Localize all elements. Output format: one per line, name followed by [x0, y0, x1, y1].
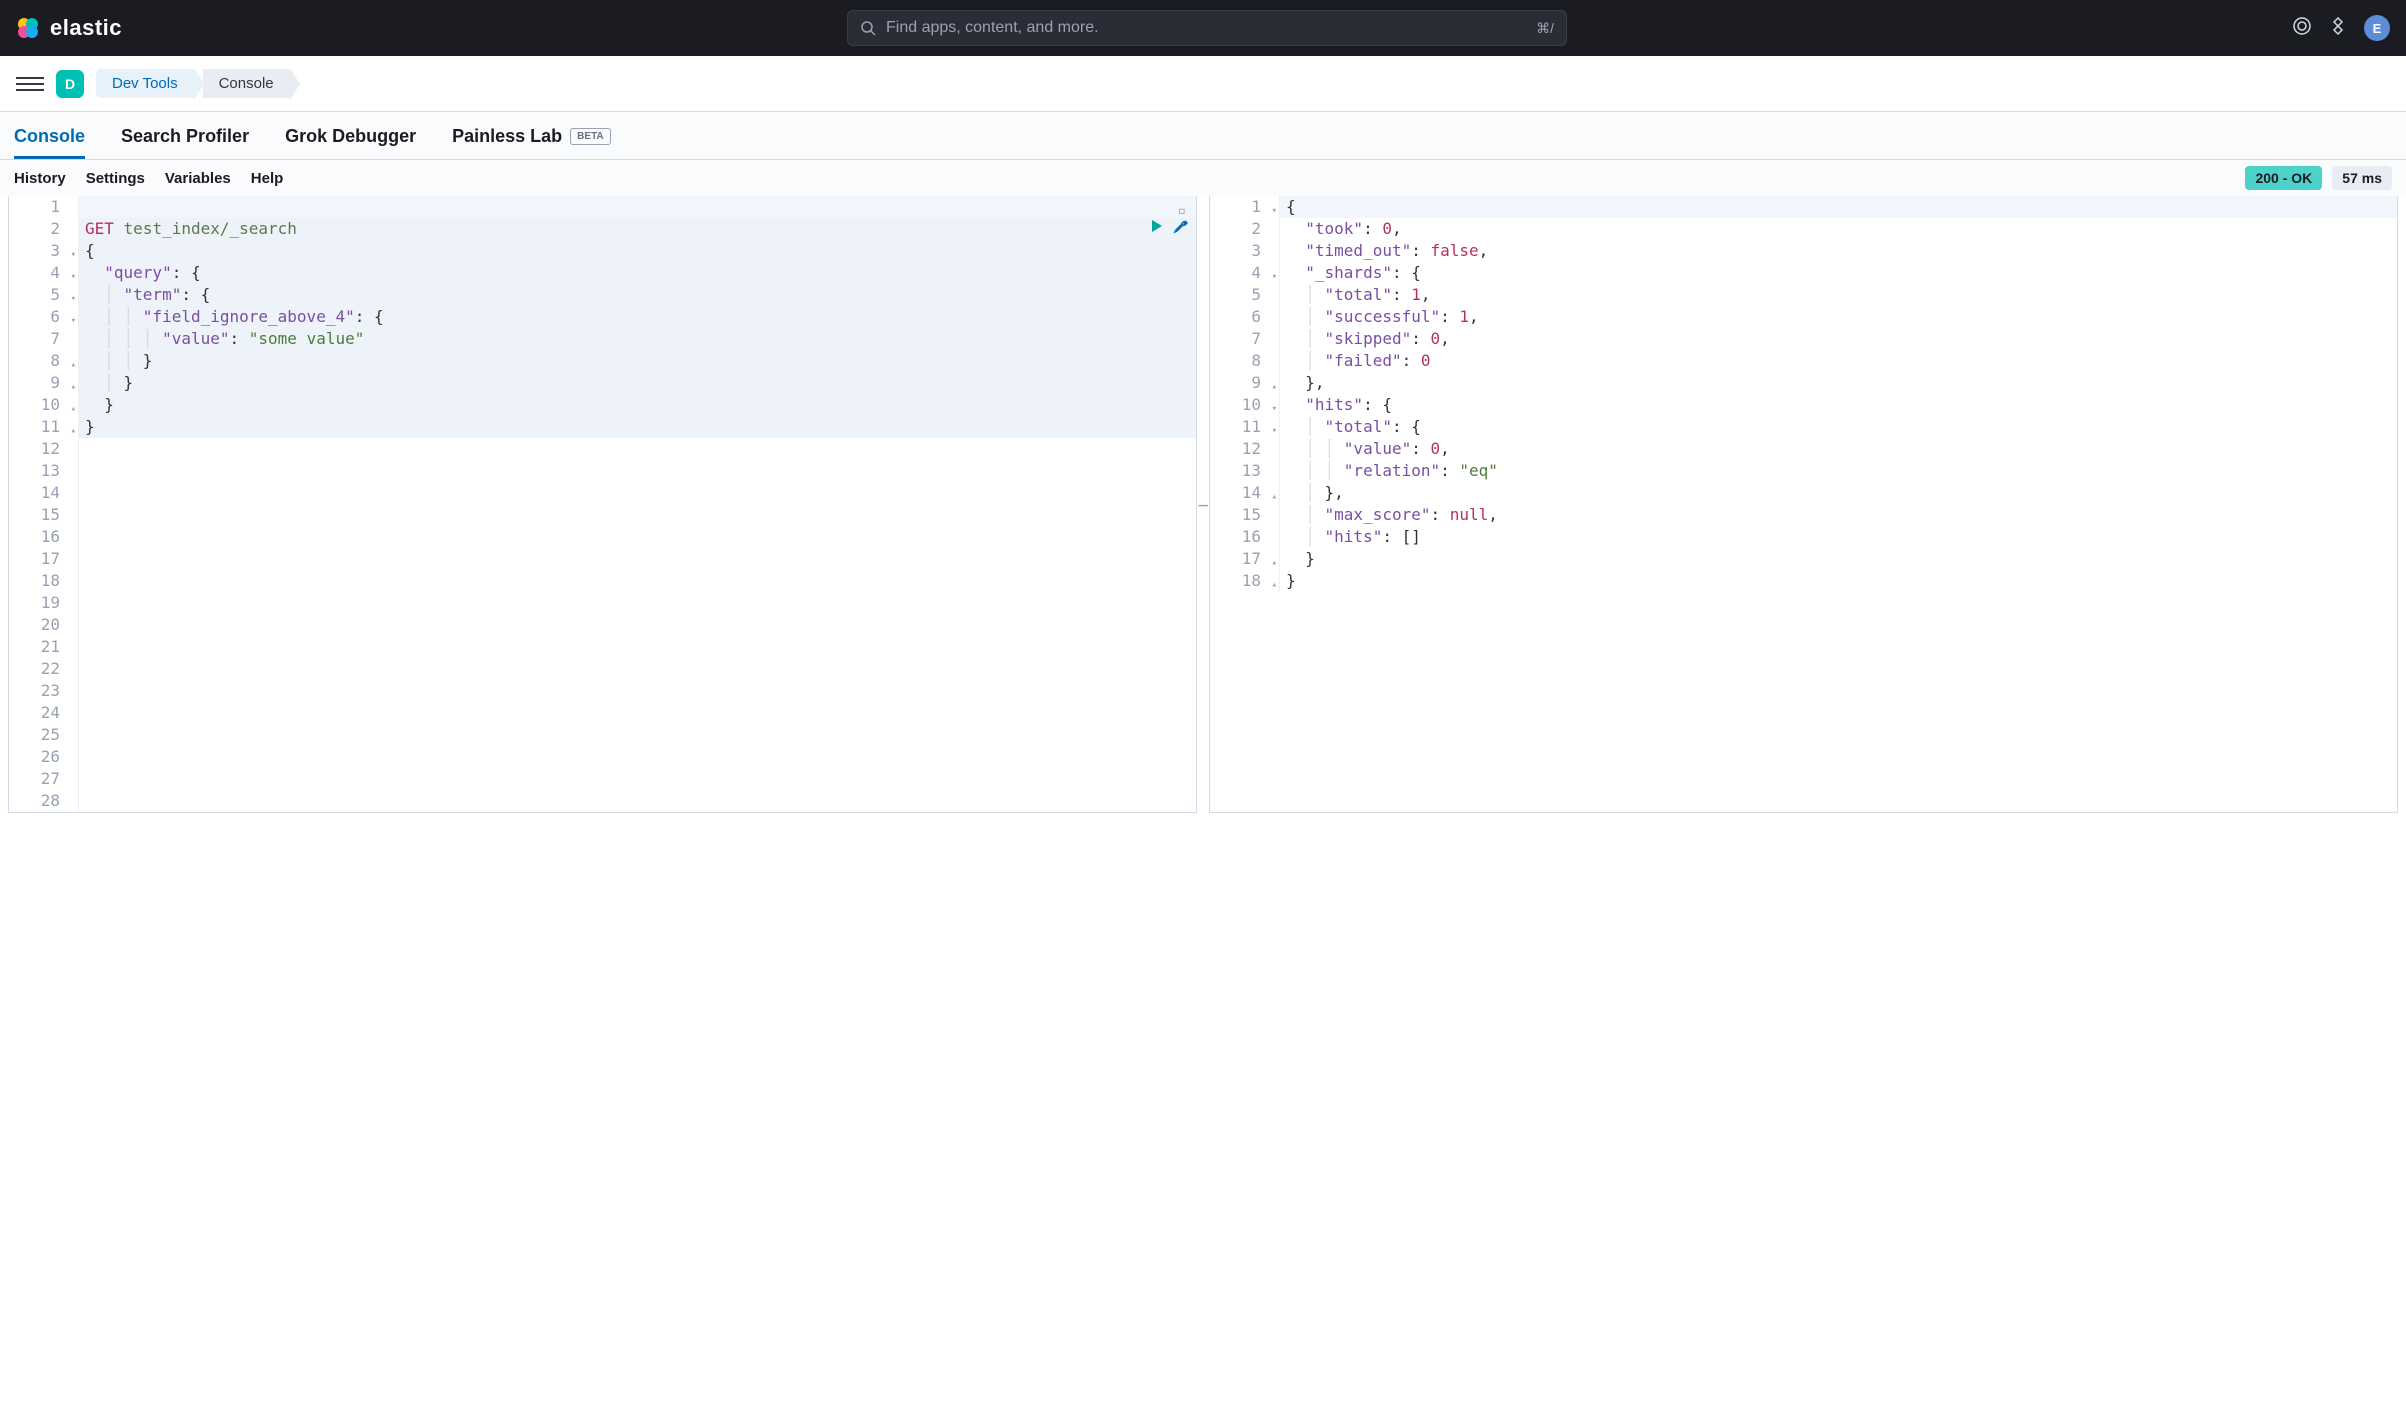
- latency-badge: 57 ms: [2332, 166, 2392, 190]
- elastic-logo-icon: [16, 16, 40, 40]
- deployment-badge[interactable]: D: [56, 70, 84, 98]
- tab-painless-label: Painless Lab: [452, 126, 562, 147]
- help-button[interactable]: Help: [251, 170, 284, 187]
- request-options-icon[interactable]: [1172, 218, 1188, 240]
- tabs: Console Search Profiler Grok Debugger Pa…: [0, 112, 2406, 160]
- fold-close-icon[interactable]: ▴: [1272, 574, 1277, 596]
- status-badge: 200 - OK: [2245, 166, 2322, 190]
- console-toolbar: History Settings Variables Help 200 - OK…: [0, 160, 2406, 196]
- global-header: elastic ⌘/ E: [0, 0, 2406, 56]
- breadcrumb: Dev Tools Console: [96, 68, 300, 100]
- run-request-icon[interactable]: [1148, 218, 1164, 240]
- tab-painless-lab[interactable]: Painless Lab BETA: [452, 114, 611, 159]
- pane-splitter[interactable]: ||: [1197, 196, 1209, 813]
- variables-button[interactable]: Variables: [165, 170, 231, 187]
- response-pane: 1▾234▾56789▴10▾11▾121314▴151617▴18▴ { "t…: [1209, 196, 2398, 813]
- nav-toggle-icon[interactable]: [16, 70, 44, 98]
- chevron-right-icon: [194, 68, 204, 100]
- breadcrumb-console: Console: [203, 69, 290, 98]
- history-button[interactable]: History: [14, 170, 66, 187]
- request-pane: ▫ 123▾4▾5▾6▾78▴9▴10▴11▴12131415161718192…: [8, 196, 1197, 813]
- global-search[interactable]: ⌘/: [847, 10, 1567, 46]
- beta-badge: BETA: [570, 128, 610, 145]
- tab-console[interactable]: Console: [14, 114, 85, 159]
- brand-logo[interactable]: elastic: [16, 15, 122, 41]
- user-avatar[interactable]: E: [2364, 15, 2390, 41]
- response-viewer[interactable]: 1▾234▾56789▴10▾11▾121314▴151617▴18▴ { "t…: [1210, 196, 2397, 592]
- search-icon: [860, 20, 876, 36]
- settings-button[interactable]: Settings: [86, 170, 145, 187]
- search-input[interactable]: [886, 19, 1536, 37]
- tab-search-profiler[interactable]: Search Profiler: [121, 114, 249, 159]
- breadcrumb-devtools[interactable]: Dev Tools: [96, 69, 194, 98]
- newsfeed-icon[interactable]: [2292, 16, 2312, 41]
- brand-text: elastic: [50, 15, 122, 41]
- chevron-right-icon: [290, 68, 300, 100]
- integrations-icon[interactable]: [2328, 16, 2348, 41]
- request-editor[interactable]: ▫ 123▾4▾5▾6▾78▴9▴10▴11▴12131415161718192…: [9, 196, 1196, 812]
- tab-grok-debugger[interactable]: Grok Debugger: [285, 114, 416, 159]
- editor-split: ▫ 123▾4▾5▾6▾78▴9▴10▴11▴12131415161718192…: [0, 196, 2406, 813]
- breadcrumb-bar: D Dev Tools Console: [0, 56, 2406, 112]
- search-shortcut: ⌘/: [1536, 20, 1554, 37]
